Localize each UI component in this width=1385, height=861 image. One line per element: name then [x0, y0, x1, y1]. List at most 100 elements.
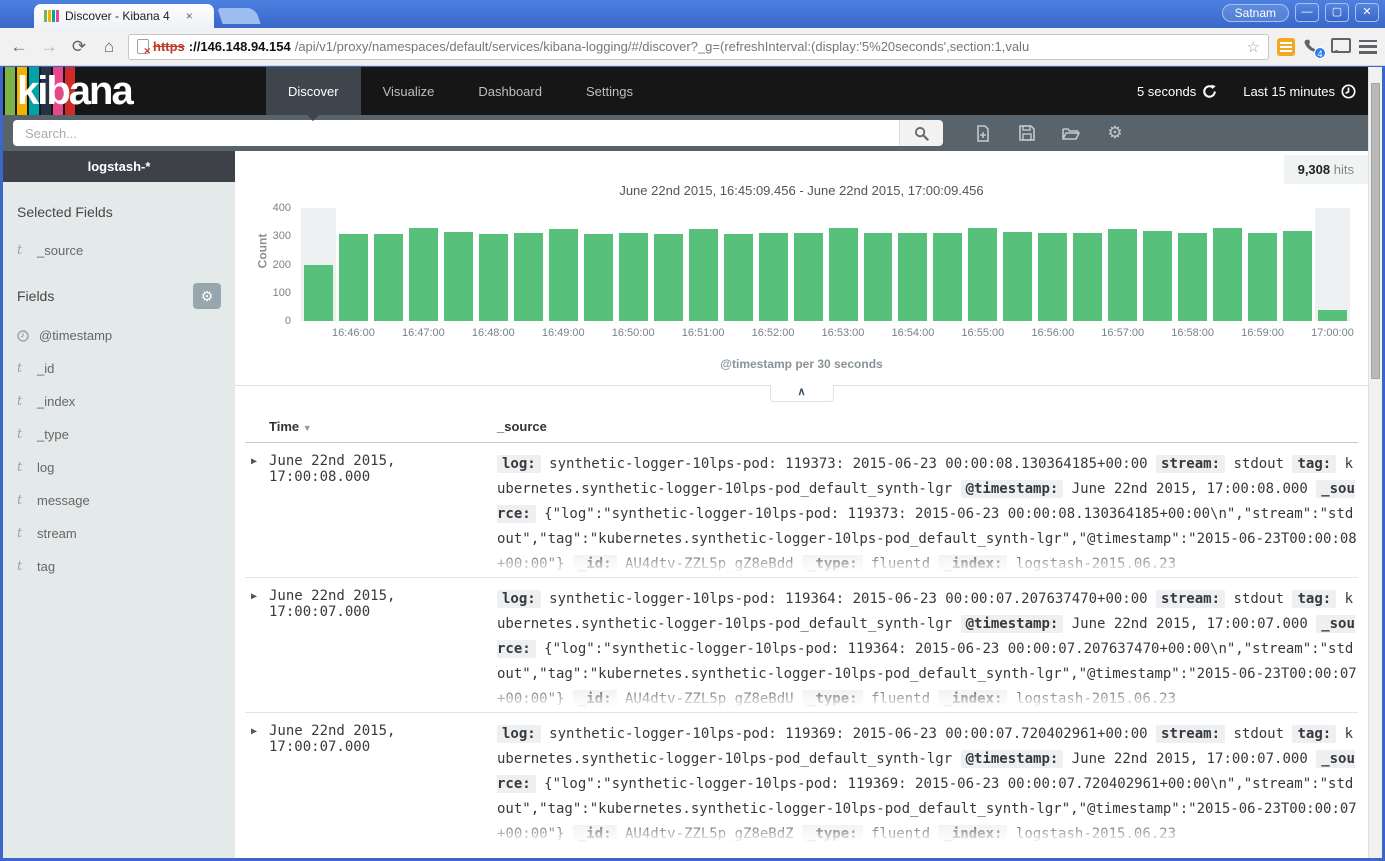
settings-button[interactable]: ⚙ — [1093, 123, 1137, 143]
histogram-bar[interactable] — [1245, 208, 1280, 321]
histogram-bar[interactable] — [826, 208, 861, 321]
histogram-bar[interactable] — [1140, 208, 1175, 321]
histogram-bar[interactable] — [721, 208, 756, 321]
tab-dashboard[interactable]: Dashboard — [456, 67, 564, 115]
scrollbar-thumb[interactable] — [1371, 83, 1380, 379]
bookmark-star-icon[interactable]: ☆ — [1247, 38, 1260, 56]
url-separator: :// — [189, 39, 201, 54]
histogram-bar[interactable] — [616, 208, 651, 321]
page-scrollbar[interactable] — [1368, 67, 1382, 858]
index-pattern-selector[interactable]: logstash-* — [3, 151, 235, 182]
histogram-bar[interactable] — [301, 208, 336, 321]
new-tab-button[interactable] — [217, 8, 260, 24]
histogram-bar[interactable] — [756, 208, 791, 321]
cast-icon[interactable] — [1331, 38, 1351, 56]
histogram-bar[interactable] — [546, 208, 581, 321]
collapse-chart-button[interactable]: ∧ — [770, 385, 834, 402]
insecure-page-icon[interactable] — [137, 39, 149, 54]
tab-close-icon[interactable]: × — [186, 9, 193, 23]
chart-title: June 22nd 2015, 16:45:09.456 - June 22nd… — [235, 183, 1368, 198]
extension-icon[interactable] — [1277, 38, 1295, 56]
histogram-bar[interactable] — [1105, 208, 1140, 321]
field-item-_source[interactable]: t_source — [17, 234, 221, 267]
time-column-header[interactable]: Time ▼ — [245, 419, 497, 434]
histogram-bar[interactable] — [930, 208, 965, 321]
open-search-button[interactable] — [1049, 126, 1093, 141]
table-row: ▶June 22nd 2015, 17:00:08.000log: synthe… — [245, 443, 1358, 578]
refresh-interval-picker[interactable]: 5 seconds — [1137, 84, 1217, 99]
histogram-bar[interactable] — [511, 208, 546, 321]
histogram-bar[interactable] — [791, 208, 826, 321]
histogram-bar[interactable] — [895, 208, 930, 321]
field-item-_type[interactable]: t_type — [17, 418, 221, 451]
search-input[interactable] — [13, 120, 899, 146]
time-range-picker[interactable]: Last 15 minutes — [1243, 84, 1356, 99]
save-search-button[interactable] — [1005, 125, 1049, 141]
maximize-button[interactable]: ▢ — [1325, 3, 1349, 22]
close-button[interactable]: ✕ — [1355, 3, 1379, 22]
field-item-@timestamp[interactable]: @timestamp — [17, 319, 221, 352]
tab-visualize[interactable]: Visualize — [361, 67, 457, 115]
field-item-stream[interactable]: tstream — [17, 517, 221, 550]
field-item-message[interactable]: tmessage — [17, 484, 221, 517]
new-search-button[interactable] — [961, 125, 1005, 142]
tab-settings[interactable]: Settings — [564, 67, 655, 115]
browser-titlebar: Discover - Kibana 4 × Satnam — ▢ ✕ — [0, 0, 1385, 28]
hangouts-phone-icon[interactable]: 4 — [1303, 37, 1323, 57]
x-tick: 16:54:00 — [891, 327, 934, 339]
browser-tab[interactable]: Discover - Kibana 4 × — [34, 4, 214, 28]
histogram-bar[interactable] — [476, 208, 511, 321]
browser-menu-icon[interactable] — [1359, 40, 1377, 54]
row-source: log: synthetic-logger-10lps-pod: 119373:… — [497, 452, 1358, 577]
minimize-button[interactable]: — — [1295, 3, 1319, 22]
back-button[interactable]: ← — [8, 37, 30, 57]
window-user-label[interactable]: Satnam — [1222, 4, 1289, 22]
histogram-bar[interactable] — [1315, 208, 1350, 321]
field-badge: stream: — [1156, 590, 1225, 608]
histogram-bar[interactable] — [581, 208, 616, 321]
tab-discover[interactable]: Discover — [266, 67, 361, 115]
documents-table: Time ▼ _source ▶June 22nd 2015, 17:00:08… — [245, 413, 1358, 847]
histogram-bar[interactable] — [371, 208, 406, 321]
histogram-bar[interactable] — [1210, 208, 1245, 321]
histogram-bar[interactable] — [406, 208, 441, 321]
x-tick: 16:50:00 — [612, 327, 655, 339]
search-button[interactable] — [899, 120, 943, 146]
field-badge: _id: — [573, 555, 617, 573]
home-button[interactable]: ⌂ — [98, 37, 120, 57]
histogram-bar[interactable] — [651, 208, 686, 321]
histogram-bar[interactable] — [441, 208, 476, 321]
tab-title: Discover - Kibana 4 — [65, 9, 170, 23]
histogram-bar[interactable] — [1175, 208, 1210, 321]
string-field-icon: t — [17, 243, 27, 258]
url-path: /api/v1/proxy/namespaces/default/service… — [295, 39, 1243, 54]
forward-button[interactable]: → — [38, 37, 60, 57]
histogram-bar[interactable] — [965, 208, 1000, 321]
x-tick: 16:51:00 — [682, 327, 725, 339]
field-item-tag[interactable]: ttag — [17, 550, 221, 583]
reload-button[interactable]: ⟳ — [68, 37, 90, 57]
x-tick: 16:58:00 — [1171, 327, 1214, 339]
field-badge: tag: — [1292, 590, 1336, 608]
table-row: ▶June 22nd 2015, 17:00:07.000log: synthe… — [245, 713, 1358, 847]
kibana-logo[interactable]: kibana — [3, 67, 266, 115]
histogram-bar[interactable] — [336, 208, 371, 321]
histogram-bar[interactable] — [1000, 208, 1035, 321]
field-item-log[interactable]: tlog — [17, 451, 221, 484]
field-item-_index[interactable]: t_index — [17, 385, 221, 418]
field-settings-button[interactable]: ⚙ — [193, 283, 221, 309]
histogram-bar[interactable] — [861, 208, 896, 321]
new-document-icon — [975, 125, 991, 142]
address-bar[interactable]: https ://146.148.94.154 /api/v1/proxy/na… — [128, 34, 1269, 60]
expand-row-icon[interactable]: ▶ — [245, 722, 269, 847]
time-range-label: Last 15 minutes — [1243, 84, 1335, 99]
y-tick: 300 — [273, 230, 291, 242]
field-item-_id[interactable]: t_id — [17, 352, 221, 385]
histogram-bar[interactable] — [1280, 208, 1315, 321]
histogram-bar[interactable] — [1035, 208, 1070, 321]
expand-row-icon[interactable]: ▶ — [245, 452, 269, 577]
histogram-bar[interactable] — [1070, 208, 1105, 321]
histogram-bar[interactable] — [686, 208, 721, 321]
expand-row-icon[interactable]: ▶ — [245, 587, 269, 712]
discover-sidebar: logstash-* Selected Fields t_source Fiel… — [3, 151, 235, 858]
